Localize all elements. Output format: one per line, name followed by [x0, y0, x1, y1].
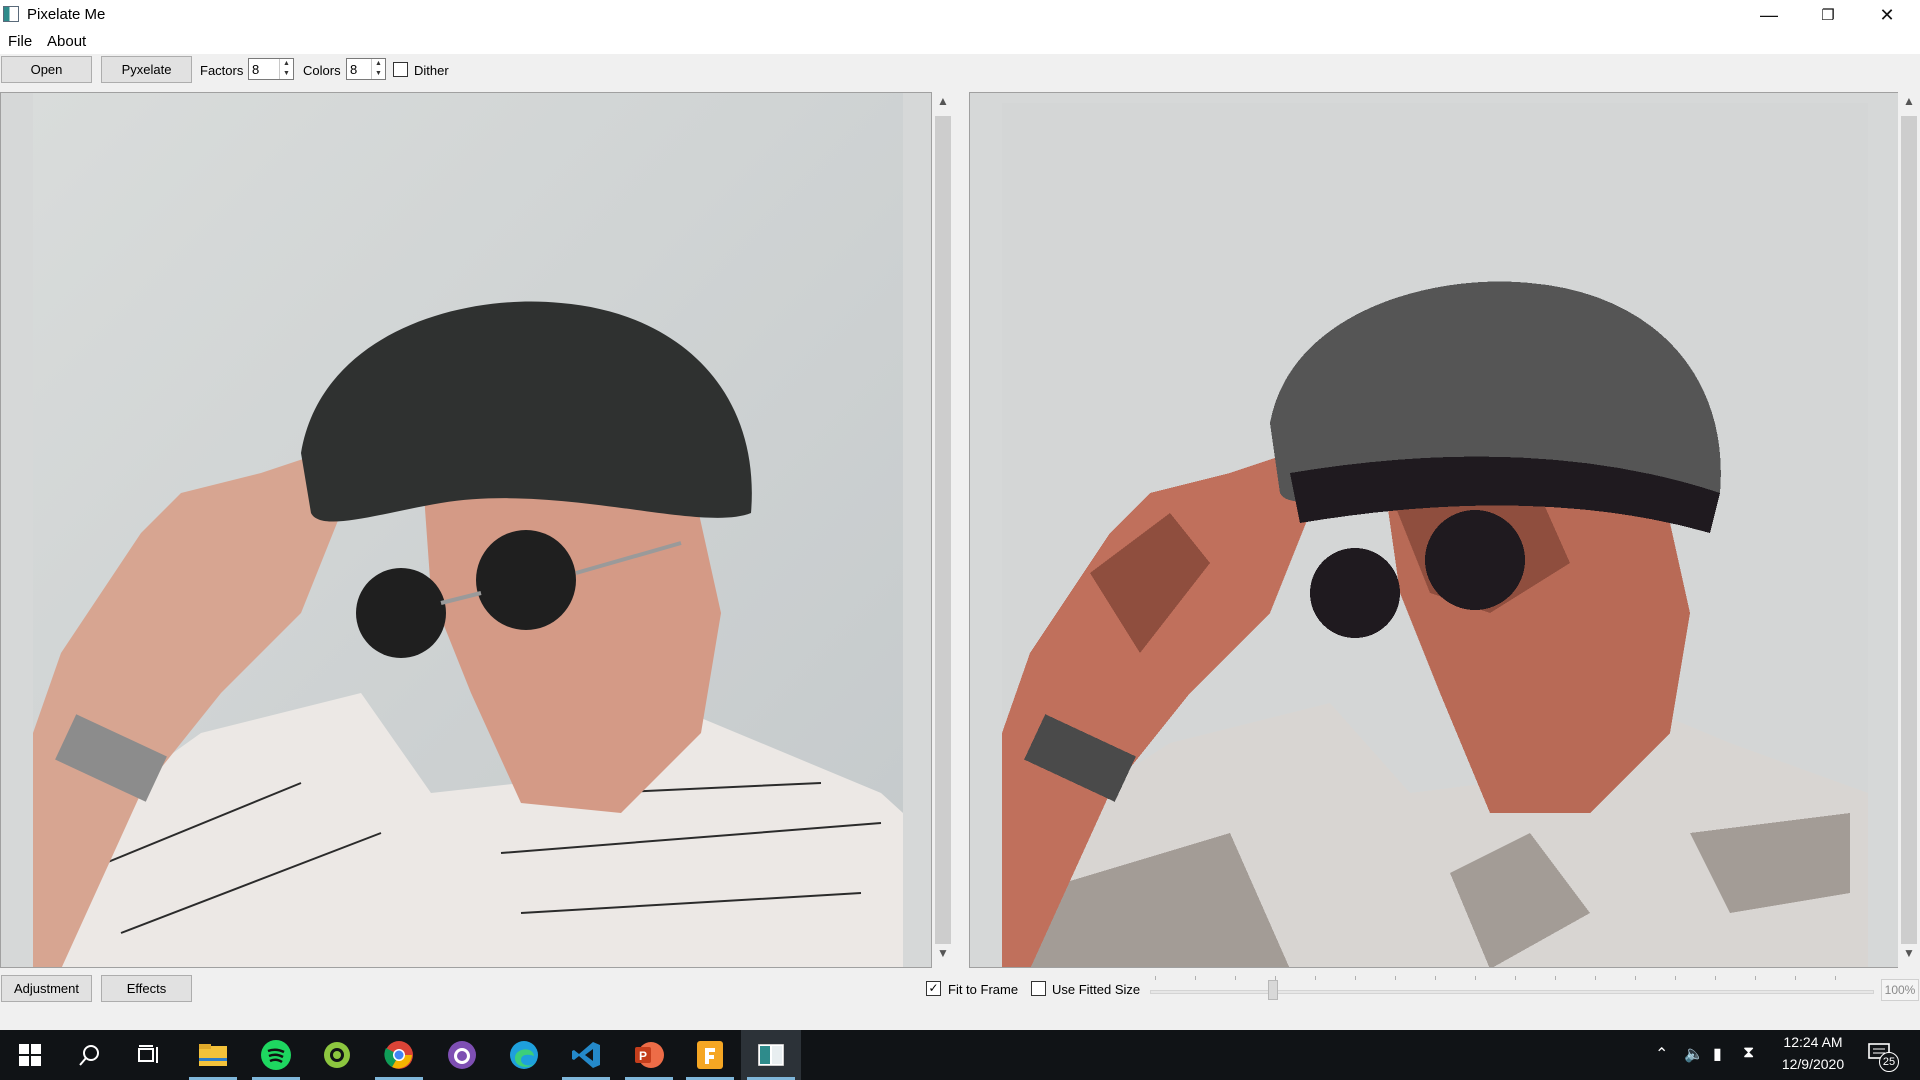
- left-vertical-scrollbar[interactable]: ▲ ▼: [932, 92, 954, 968]
- close-button[interactable]: ✕: [1858, 0, 1916, 30]
- chrome-icon[interactable]: [369, 1030, 429, 1080]
- scroll-up-icon[interactable]: ▲: [932, 94, 954, 114]
- clock-date[interactable]: 12/9/2020: [1773, 1056, 1853, 1072]
- colors-value: 8: [350, 62, 358, 77]
- foxit-pdf-icon[interactable]: [680, 1030, 740, 1080]
- windows-start-icon[interactable]: [0, 1030, 60, 1080]
- original-photo: [33, 93, 903, 967]
- spotify-icon[interactable]: [246, 1030, 306, 1080]
- use-fitted-size-label: Use Fitted Size: [1052, 982, 1141, 997]
- wifi-icon[interactable]: ⧗: [1743, 1044, 1754, 1062]
- notification-count-badge: 25: [1879, 1052, 1899, 1072]
- zoom-slider-handle[interactable]: [1268, 980, 1278, 1000]
- fit-to-frame-checkbox[interactable]: ✓: [926, 981, 941, 996]
- vscode-icon[interactable]: [556, 1030, 616, 1080]
- close-icon: ✕: [1879, 4, 1895, 25]
- clock-time[interactable]: 12:24 AM: [1773, 1034, 1853, 1050]
- zoom-value: 100%: [1881, 979, 1919, 1001]
- menu-bar: File About: [0, 30, 1920, 54]
- bottom-bar: Adjustment Effects ✓ Fit to Frame Use Fi…: [0, 968, 1920, 1030]
- menu-about[interactable]: About: [47, 33, 86, 50]
- scroll-thumb[interactable]: [1901, 116, 1917, 944]
- powerpoint-icon[interactable]: P: [619, 1030, 679, 1080]
- battery-icon[interactable]: ▮: [1713, 1044, 1722, 1064]
- original-image-view[interactable]: [0, 92, 932, 968]
- scroll-down-icon[interactable]: ▼: [1898, 946, 1920, 966]
- restore-icon: ❐: [1821, 7, 1835, 24]
- adjustment-button[interactable]: Adjustment: [1, 975, 92, 1002]
- factors-label: Factors: [200, 63, 244, 78]
- effects-button[interactable]: Effects: [101, 975, 192, 1002]
- menu-file[interactable]: File: [8, 33, 32, 50]
- scroll-down-icon[interactable]: ▼: [932, 946, 954, 966]
- show-hidden-icons-icon[interactable]: ⌃: [1655, 1044, 1668, 1064]
- minimize-icon: —: [1760, 4, 1778, 25]
- toolbar: Open Pyxelate Factors 8 ▲ ▼ Colors 8 ▲ ▼ D…: [0, 54, 1920, 86]
- scroll-thumb[interactable]: [935, 116, 951, 944]
- spin-arrows-icon[interactable]: ▲ ▼: [371, 59, 385, 79]
- pyxelate-button[interactable]: Pyxelate: [101, 56, 192, 83]
- search-icon[interactable]: [60, 1030, 120, 1080]
- pixelate-me-icon[interactable]: [741, 1030, 801, 1080]
- dither-checkbox[interactable]: [393, 62, 408, 77]
- colors-spinbox[interactable]: 8 ▲ ▼: [346, 58, 386, 80]
- pixelated-image-view[interactable]: [969, 92, 1899, 968]
- spin-arrows-icon[interactable]: ▲ ▼: [279, 59, 293, 79]
- right-vertical-scrollbar[interactable]: ▲ ▼: [1898, 92, 1920, 968]
- window-title: Pixelate Me: [27, 6, 106, 23]
- greenshot-icon[interactable]: [307, 1030, 367, 1080]
- volume-icon[interactable]: 🔈: [1684, 1044, 1704, 1064]
- factors-spinbox[interactable]: 8 ▲ ▼: [248, 58, 294, 80]
- dither-label: Dither: [414, 63, 449, 78]
- svg-text:P: P: [639, 1049, 647, 1063]
- app-icon: [3, 6, 19, 22]
- task-view-icon[interactable]: [120, 1030, 180, 1080]
- file-explorer-icon[interactable]: [183, 1030, 243, 1080]
- factors-value: 8: [252, 62, 260, 77]
- pixelated-photo: [1002, 103, 1868, 967]
- taskbar: P ⌃ 🔈 ▮ ⧗ 12:24 AM 12/9/2020 25: [0, 1030, 1920, 1080]
- open-button[interactable]: Open: [1, 56, 92, 83]
- restore-button[interactable]: ❐: [1799, 0, 1857, 30]
- scroll-up-icon[interactable]: ▲: [1898, 94, 1920, 114]
- minimize-button[interactable]: —: [1740, 0, 1798, 30]
- fit-to-frame-label: Fit to Frame: [948, 982, 1019, 997]
- github-desktop-icon[interactable]: [432, 1030, 492, 1080]
- edge-icon[interactable]: [494, 1030, 554, 1080]
- title-bar: Pixelate Me — ❐ ✕: [0, 0, 1920, 30]
- use-fitted-size-checkbox[interactable]: [1031, 981, 1046, 996]
- zoom-slider[interactable]: [1150, 990, 1874, 994]
- colors-label: Colors: [303, 63, 341, 78]
